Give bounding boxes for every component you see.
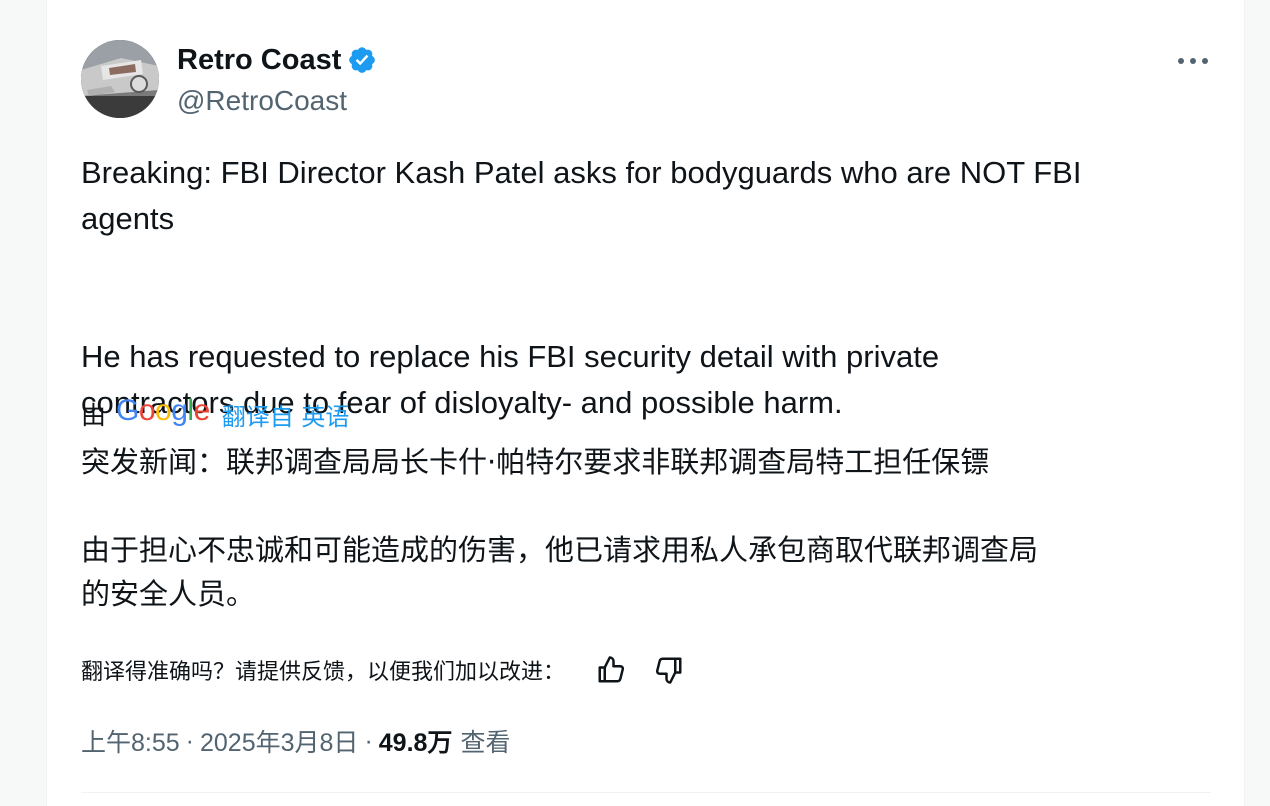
thumbs-up-button[interactable]: [591, 650, 631, 690]
translation-feedback-row: 翻译得准确吗？请提供反馈，以便我们加以改进：: [81, 650, 689, 690]
avatar[interactable]: [81, 40, 159, 118]
translation-feedback-prompt: 翻译得准确吗？请提供反馈，以便我们加以改进：: [81, 660, 566, 685]
thumbs-down-icon: [655, 657, 682, 684]
translated-from-link[interactable]: 翻译自 英语: [222, 397, 350, 432]
meta-separator: ·: [364, 726, 373, 755]
tweet-meta: 上午8:55 · 2025年3月8日 · 49.8万 查看: [81, 720, 510, 762]
views-label: 查看: [460, 729, 511, 757]
translation-attribution: 由 Google 翻译自 英语: [81, 394, 349, 434]
tweet-date[interactable]: 2025年3月8日: [200, 723, 358, 759]
author-name-row[interactable]: Retro Coast: [177, 42, 377, 78]
tweet-text: Breaking: FBI Director Kash Patel asks f…: [81, 155, 1082, 420]
divider: [81, 792, 1211, 793]
author-display-name[interactable]: Retro Coast: [177, 42, 341, 78]
tweet-card: Retro Coast @RetroCoast Breaking: FBI Di…: [46, 0, 1245, 806]
meta-separator: ·: [185, 726, 194, 755]
thumbs-up-icon: [598, 656, 625, 683]
translated-by-label: 由: [81, 401, 107, 430]
tweet-time[interactable]: 上午8:55: [81, 723, 180, 759]
more-horizontal-icon: [1178, 58, 1208, 64]
car-chrome-avatar-icon: [81, 40, 159, 118]
google-logo: Google: [116, 394, 210, 427]
author-handle[interactable]: @RetroCoast: [177, 84, 347, 118]
views-count: 49.8万: [378, 729, 453, 757]
translated-tweet-text: 突发新闻：联邦调查局局长卡什·帕特尔要求非联邦调查局特工担任保镖 由于担心不忠诚…: [81, 445, 1039, 611]
thumbs-down-button[interactable]: [649, 650, 689, 690]
more-options-button[interactable]: [1175, 46, 1211, 76]
verified-badge-icon[interactable]: [347, 45, 377, 75]
